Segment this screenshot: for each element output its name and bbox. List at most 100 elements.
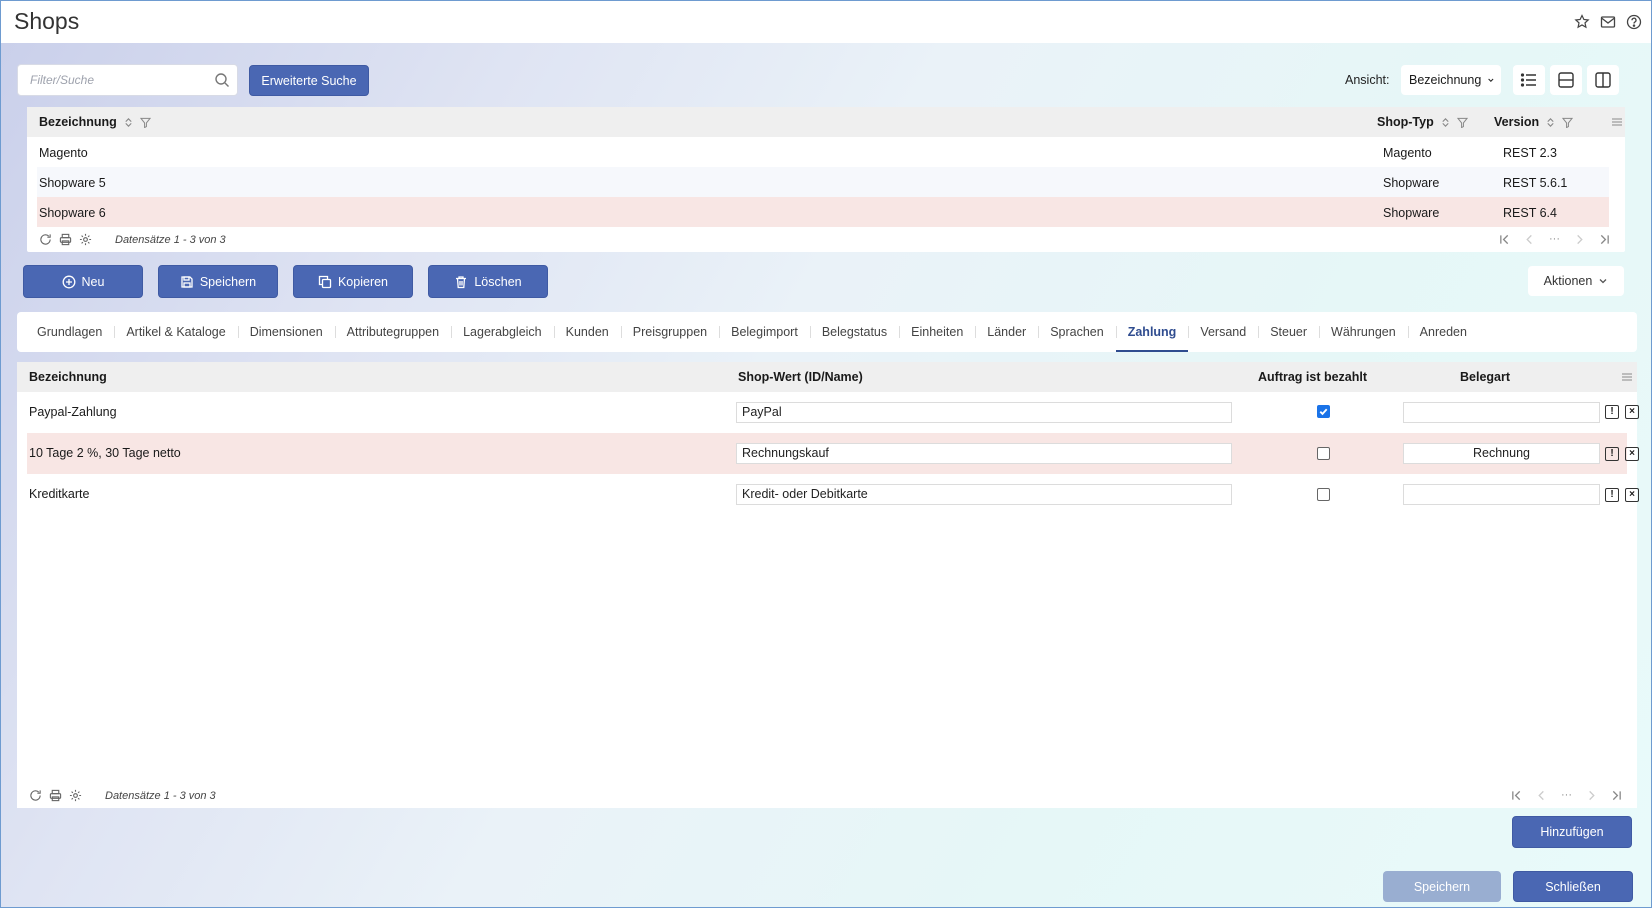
column-header-belegart[interactable]: Belegart: [1460, 370, 1510, 384]
tab-einheiten[interactable]: Einheiten: [899, 312, 975, 352]
view-select-value: Bezeichnung: [1409, 73, 1482, 87]
cell-version: REST 5.6.1: [1503, 176, 1568, 190]
prev-page-icon[interactable]: [1524, 234, 1535, 245]
add-button[interactable]: Hinzufügen: [1512, 816, 1632, 848]
last-page-icon[interactable]: [1611, 790, 1622, 801]
tab-belegstatus[interactable]: Belegstatus: [809, 312, 899, 352]
pager: ···: [1511, 789, 1622, 801]
vertical-split-button[interactable]: [1587, 65, 1619, 95]
print-icon[interactable]: [59, 233, 72, 246]
pager: ···: [1499, 233, 1610, 245]
refresh-icon[interactable]: [39, 233, 52, 246]
filter-icon[interactable]: [1562, 117, 1574, 128]
info-icon[interactable]: !: [1605, 405, 1619, 419]
tab-artikel-kataloge[interactable]: Artikel & Kataloge: [114, 312, 237, 352]
doc-type-select[interactable]: [1403, 484, 1600, 505]
gear-icon[interactable]: [69, 789, 82, 802]
table-row[interactable]: Magento Magento REST 2.3: [37, 137, 1609, 167]
actions-menu-button[interactable]: Aktionen: [1528, 266, 1624, 296]
save-button[interactable]: Speichern: [158, 265, 278, 298]
check-icon: [1319, 408, 1328, 416]
save-label: Speichern: [1413, 879, 1471, 894]
doc-type-select[interactable]: Rechnung: [1403, 443, 1600, 464]
table-row-selected[interactable]: 10 Tage 2 %, 30 Tage netto Rechnungskauf…: [27, 433, 1639, 474]
tab-waehrungen[interactable]: Währungen: [1319, 312, 1408, 352]
search-input[interactable]: [18, 65, 198, 95]
next-page-icon[interactable]: [1586, 790, 1597, 801]
table-row[interactable]: Paypal-Zahlung PayPal ! ×: [27, 392, 1639, 433]
tab-sprachen[interactable]: Sprachen: [1038, 312, 1116, 352]
paid-checkbox[interactable]: [1317, 447, 1330, 460]
first-page-icon[interactable]: [1511, 790, 1522, 801]
column-header-shop-wert[interactable]: Shop-Wert (ID/Name): [738, 370, 863, 384]
tab-grundlagen[interactable]: Grundlagen: [25, 312, 114, 352]
horizontal-split-button[interactable]: [1550, 65, 1582, 95]
column-header-version[interactable]: Version: [1494, 115, 1574, 129]
close-label: Schließen: [1545, 879, 1601, 894]
payment-grid-footer: Datensätze 1 - 3 von 3 ···: [17, 783, 1637, 807]
view-select[interactable]: Bezeichnung: [1401, 65, 1501, 95]
tab-preisgruppen[interactable]: Preisgruppen: [620, 312, 719, 352]
close-button[interactable]: Schließen: [1513, 871, 1633, 902]
prev-page-icon[interactable]: [1536, 790, 1547, 801]
doc-type-select[interactable]: [1403, 402, 1600, 423]
tab-dimensionen[interactable]: Dimensionen: [237, 312, 335, 352]
paid-checkbox[interactable]: [1317, 405, 1330, 418]
tab-zahlung[interactable]: Zahlung: [1115, 312, 1189, 352]
paid-checkbox[interactable]: [1317, 488, 1330, 501]
column-header-shop-typ[interactable]: Shop-Typ: [1377, 115, 1468, 129]
table-row[interactable]: Kreditkarte Kredit- oder Debitkarte ! ×: [27, 474, 1639, 515]
new-button[interactable]: Neu: [23, 265, 143, 298]
next-page-icon[interactable]: [1574, 234, 1585, 245]
filter-icon[interactable]: [1456, 117, 1468, 128]
last-page-icon[interactable]: [1599, 234, 1610, 245]
search-box[interactable]: [17, 64, 238, 96]
star-icon[interactable]: [1573, 13, 1591, 31]
shop-value-input[interactable]: Kredit- oder Debitkarte: [736, 484, 1232, 505]
print-icon[interactable]: [49, 789, 62, 802]
delete-button[interactable]: Löschen: [428, 265, 548, 298]
column-header-auftrag-bezahlt[interactable]: Auftrag ist bezahlt: [1258, 370, 1367, 384]
column-header-bezeichnung[interactable]: Bezeichnung: [39, 115, 151, 129]
sort-icon[interactable]: [1440, 117, 1451, 128]
info-icon[interactable]: !: [1605, 488, 1619, 502]
save-button-disabled[interactable]: Speichern: [1383, 871, 1501, 902]
add-label: Hinzufügen: [1540, 825, 1604, 839]
shop-value-input[interactable]: PayPal: [736, 402, 1232, 423]
tab-laender[interactable]: Länder: [975, 312, 1038, 352]
mail-icon[interactable]: [1599, 13, 1617, 31]
close-icon[interactable]: ×: [1625, 405, 1639, 419]
table-row-selected[interactable]: Shopware 6 Shopware REST 6.4: [37, 197, 1609, 227]
tab-versand[interactable]: Versand: [1188, 312, 1258, 352]
shop-value-input[interactable]: Rechnungskauf: [736, 443, 1232, 464]
tab-kunden[interactable]: Kunden: [553, 312, 621, 352]
shops-grid-footer: Datensätze 1 - 3 von 3 ···: [27, 227, 1625, 251]
tab-belegimport[interactable]: Belegimport: [719, 312, 810, 352]
tab-anreden[interactable]: Anreden: [1407, 312, 1479, 352]
column-menu-icon[interactable]: [1611, 116, 1623, 128]
more-pages-icon[interactable]: ···: [1549, 233, 1560, 245]
column-header-bezeichnung[interactable]: Bezeichnung: [29, 370, 107, 384]
help-icon[interactable]: [1625, 13, 1643, 31]
tab-lagerabgleich[interactable]: Lagerabgleich: [451, 312, 554, 352]
gear-icon[interactable]: [79, 233, 92, 246]
close-icon[interactable]: ×: [1625, 447, 1639, 461]
cell-name: 10 Tage 2 %, 30 Tage netto: [29, 446, 181, 460]
search-icon[interactable]: [214, 72, 230, 88]
column-menu-icon[interactable]: [1621, 371, 1633, 383]
close-icon[interactable]: ×: [1625, 488, 1639, 502]
copy-button[interactable]: Kopieren: [293, 265, 413, 298]
more-pages-icon[interactable]: ···: [1561, 789, 1572, 801]
info-icon[interactable]: !: [1605, 447, 1619, 461]
tab-steuer[interactable]: Steuer: [1258, 312, 1319, 352]
filter-icon[interactable]: [139, 117, 151, 128]
table-row[interactable]: Shopware 5 Shopware REST 5.6.1: [37, 167, 1609, 197]
first-page-icon[interactable]: [1499, 234, 1510, 245]
list-view-button[interactable]: [1513, 65, 1545, 95]
tab-attributegruppen[interactable]: Attributegruppen: [334, 312, 451, 352]
refresh-icon[interactable]: [29, 789, 42, 802]
sort-icon[interactable]: [123, 117, 134, 128]
sort-icon[interactable]: [1545, 117, 1556, 128]
view-label: Ansicht:: [1345, 73, 1390, 87]
advanced-search-button[interactable]: Erweiterte Suche: [249, 65, 369, 96]
